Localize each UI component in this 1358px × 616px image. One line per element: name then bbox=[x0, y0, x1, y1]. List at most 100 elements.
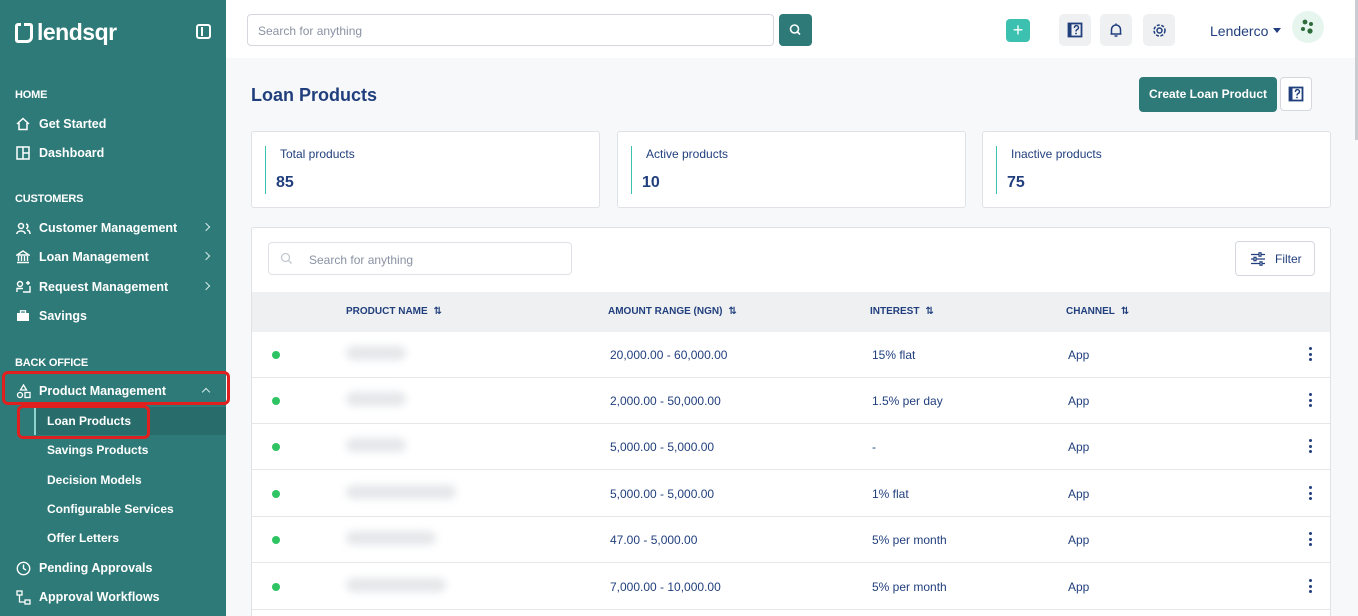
interest-cell: 5% per month bbox=[872, 533, 947, 547]
lendsqr-logo[interactable]: lendsqr bbox=[15, 19, 117, 46]
sidebar-item-customer-management[interactable]: Customer Management bbox=[0, 215, 226, 241]
sidebar-subitem-offer-letters[interactable]: Offer Letters bbox=[34, 524, 226, 552]
product-name-redacted bbox=[346, 531, 436, 545]
stat-value: 75 bbox=[1007, 174, 1025, 191]
search-icon bbox=[789, 24, 801, 36]
status-active-dot bbox=[272, 490, 280, 498]
channel-cell: App bbox=[1068, 487, 1090, 501]
loan-products-table: Search for anything Filter PRODUCT NAME ⇅… bbox=[251, 227, 1331, 616]
annotation-highlight-loan-products bbox=[17, 405, 150, 439]
table-row[interactable]: 5,000.00 - 5,000.00 1% flat App bbox=[252, 471, 1330, 517]
gear-icon bbox=[1152, 23, 1166, 37]
product-name-redacted bbox=[346, 578, 446, 592]
more-options-icon[interactable] bbox=[1309, 532, 1312, 546]
product-name-redacted bbox=[346, 392, 406, 406]
amount-range-cell: 5,000.00 - 5,000.00 bbox=[610, 487, 715, 501]
avatar-pattern-icon bbox=[1301, 19, 1313, 34]
status-active-dot bbox=[272, 536, 280, 544]
logo-text: lendsqr bbox=[37, 19, 117, 45]
table-header: PRODUCT NAME ⇅ AMOUNT RANGE (NGN) ⇅ INTERE… bbox=[252, 292, 1330, 332]
table-row[interactable]: 7,000.00 - 10,000.00 5% per month App bbox=[252, 564, 1330, 610]
sidebar-subitem-savings-products[interactable]: Savings Products bbox=[34, 436, 226, 464]
more-options-icon[interactable] bbox=[1309, 579, 1312, 593]
sidebar-item-loan-management[interactable]: Loan Management bbox=[0, 244, 226, 270]
interest-cell: 5% per month bbox=[872, 580, 947, 594]
filter-label: Filter bbox=[1275, 251, 1302, 266]
global-search-button[interactable] bbox=[779, 14, 812, 46]
collapse-sidebar-icon[interactable] bbox=[196, 24, 211, 39]
table-search-input[interactable]: Search for anything bbox=[268, 242, 572, 275]
notifications-button[interactable] bbox=[1100, 14, 1132, 46]
sidebar-subitem-configurable-services[interactable]: Configurable Services bbox=[34, 495, 226, 523]
sort-icon[interactable]: ⇅ bbox=[1121, 306, 1129, 317]
table-row[interactable]: 2,000.00 - 50,000.00 1.5% per day App bbox=[252, 378, 1330, 424]
amount-range-cell: 2,000.00 - 50,000.00 bbox=[610, 394, 721, 408]
chevron-right-icon bbox=[201, 251, 211, 261]
sort-icon[interactable]: ⇅ bbox=[925, 306, 933, 317]
help-icon bbox=[1067, 22, 1083, 38]
filter-sliders-icon bbox=[1251, 251, 1265, 266]
global-search-input[interactable]: Search for anything bbox=[247, 14, 774, 46]
stat-value: 85 bbox=[276, 174, 294, 191]
interest-cell: 1% flat bbox=[872, 487, 909, 501]
caret-down-icon[interactable] bbox=[1273, 28, 1281, 33]
avatar[interactable] bbox=[1292, 11, 1324, 43]
column-header-label: AMOUNT RANGE (NGN) bbox=[608, 306, 723, 317]
stat-card-inactive: Inactive products 75 bbox=[982, 131, 1331, 208]
sidebar-item-approval-workflows[interactable]: Approval Workflows bbox=[0, 584, 226, 610]
create-loan-product-button[interactable]: Create Loan Product bbox=[1139, 77, 1277, 112]
settings-button[interactable] bbox=[1143, 14, 1175, 46]
sidebar-item-get-started[interactable]: Get Started bbox=[0, 111, 226, 137]
interest-cell: 15% flat bbox=[872, 348, 916, 362]
help-button[interactable] bbox=[1059, 14, 1091, 46]
column-header-channel[interactable]: CHANNEL ⇅ bbox=[1066, 306, 1129, 317]
page-title: Loan Products bbox=[251, 85, 378, 105]
sidebar-item-pending-approvals[interactable]: Pending Approvals bbox=[0, 555, 226, 581]
more-options-icon[interactable] bbox=[1309, 393, 1312, 407]
sidebar-item-savings[interactable]: Savings bbox=[0, 303, 226, 329]
chevron-right-icon bbox=[201, 222, 211, 232]
stat-value: 10 bbox=[642, 174, 660, 191]
sort-icon[interactable]: ⇅ bbox=[728, 306, 736, 317]
users-icon bbox=[15, 220, 31, 236]
column-header-label: INTEREST bbox=[870, 306, 920, 317]
column-header-interest[interactable]: INTEREST ⇅ bbox=[870, 306, 934, 317]
section-customers: CUSTOMERS bbox=[15, 193, 84, 205]
amount-range-cell: 20,000.00 - 60,000.00 bbox=[610, 348, 728, 362]
channel-cell: App bbox=[1068, 348, 1090, 362]
section-home: HOME bbox=[15, 89, 48, 101]
page-help-button[interactable] bbox=[1280, 77, 1312, 111]
sidebar-item-label: Customer Management bbox=[39, 221, 178, 235]
stat-label: Inactive products bbox=[1011, 147, 1102, 161]
table-row[interactable]: 5,000.00 - 5,000.00 - App bbox=[252, 424, 1330, 470]
sidebar-item-label: Savings bbox=[39, 309, 87, 323]
sidebar-item-request-management[interactable]: Request Management bbox=[0, 274, 226, 300]
bank-icon bbox=[15, 249, 31, 265]
table-row[interactable]: 20,000.00 - 60,000.00 15% flat App bbox=[252, 332, 1330, 378]
channel-cell: App bbox=[1068, 580, 1090, 594]
sort-icon[interactable]: ⇅ bbox=[434, 306, 442, 317]
help-icon bbox=[1288, 86, 1304, 102]
workflow-icon bbox=[15, 589, 31, 605]
table-row[interactable]: 47.00 - 5,000.00 5% per month App bbox=[252, 517, 1330, 563]
briefcase-icon bbox=[15, 308, 31, 324]
status-active-dot bbox=[272, 443, 280, 451]
sidebar-item-dashboard[interactable]: Dashboard bbox=[0, 140, 226, 166]
dashboard-icon bbox=[15, 145, 31, 161]
more-options-icon[interactable] bbox=[1309, 439, 1312, 453]
sidebar-item-label: Dashboard bbox=[39, 146, 105, 160]
more-options-icon[interactable] bbox=[1309, 347, 1312, 361]
user-name[interactable]: Lenderco bbox=[1210, 23, 1268, 39]
amount-range-cell: 7,000.00 - 10,000.00 bbox=[610, 580, 721, 594]
more-options-icon[interactable] bbox=[1309, 486, 1312, 500]
stat-label: Total products bbox=[280, 147, 355, 161]
add-button[interactable]: + bbox=[1006, 19, 1030, 42]
column-header-amount-range[interactable]: AMOUNT RANGE (NGN) ⇅ bbox=[608, 306, 737, 317]
sidebar-subitem-decision-models[interactable]: Decision Models bbox=[34, 466, 226, 494]
product-name-redacted bbox=[346, 346, 406, 360]
product-name-redacted bbox=[346, 438, 406, 452]
stat-accent-bar bbox=[996, 146, 997, 194]
column-header-product-name[interactable]: PRODUCT NAME ⇅ bbox=[346, 306, 442, 317]
column-header-label: PRODUCT NAME bbox=[346, 306, 428, 317]
filter-button[interactable]: Filter bbox=[1235, 241, 1315, 276]
